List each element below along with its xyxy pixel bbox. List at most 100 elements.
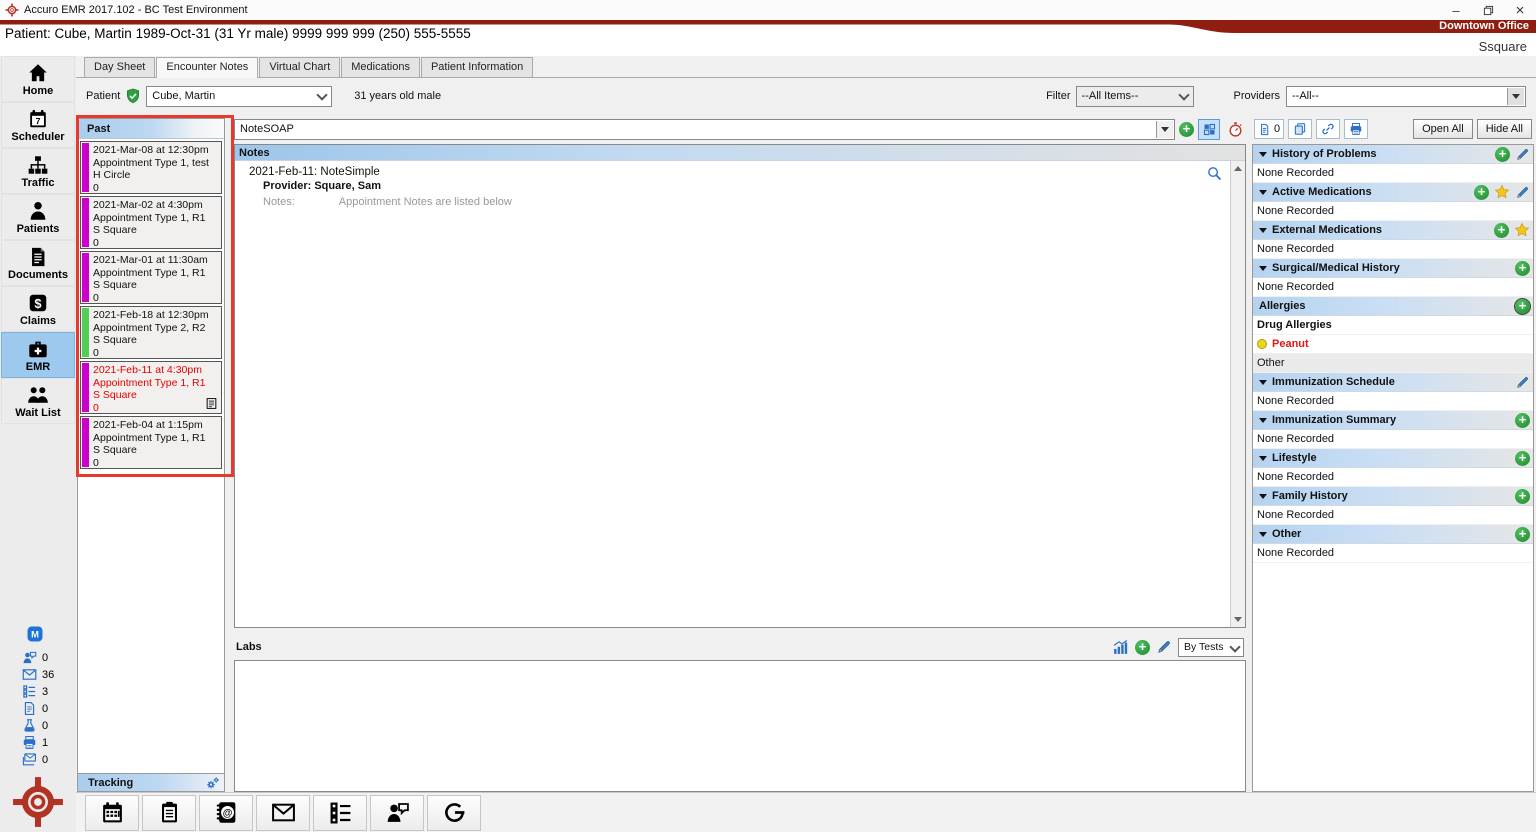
medical-summary-sections: History of Problems+None RecordedActive … <box>1252 144 1534 792</box>
add-icon[interactable]: + <box>1515 261 1530 276</box>
status-tasks[interactable]: 3 <box>22 683 76 700</box>
sidebar-item-documents[interactable]: Documents <box>1 240 75 286</box>
section-header-history-of-problems[interactable]: History of Problems+ <box>1253 145 1533 164</box>
note-type-select[interactable]: NoteSOAP <box>234 119 1175 140</box>
add-note-button[interactable]: + <box>1179 122 1194 137</box>
edit-pencil-icon[interactable] <box>1515 185 1530 200</box>
sidebar-item-patients[interactable]: Patients <box>1 194 75 240</box>
close-button[interactable]: × <box>1504 0 1536 20</box>
person-chat-icon <box>22 650 37 665</box>
add-icon[interactable]: + <box>1515 527 1530 542</box>
appointment-card[interactable]: 2021-Mar-01 at 11:30am Appointment Type … <box>80 251 222 304</box>
tab-encounter-notes[interactable]: Encounter Notes <box>156 57 258 78</box>
calendar-toolbar-button[interactable] <box>85 795 139 831</box>
logout-toolbar-button[interactable] <box>427 795 481 831</box>
section-header-lifestyle[interactable]: Lifestyle+ <box>1253 449 1533 468</box>
appointment-card[interactable]: 2021-Mar-08 at 12:30pm Appointment Type … <box>80 141 222 194</box>
restore-button[interactable] <box>1472 0 1504 20</box>
tab-patient-information[interactable]: Patient Information <box>421 57 533 77</box>
status-mail[interactable]: 0 <box>22 751 76 768</box>
summary-report-button[interactable]: 0 <box>1254 119 1284 139</box>
timer-stopwatch-button[interactable] <box>1224 119 1246 140</box>
add-icon[interactable]: + <box>1495 147 1510 162</box>
appointment-color-bar <box>82 198 89 247</box>
open-all-button[interactable]: Open All <box>1413 119 1473 139</box>
appointment-datetime: 2021-Feb-04 at 1:15pm <box>93 419 219 432</box>
filter-select[interactable]: --All Items-- <box>1076 86 1194 107</box>
minimize-button[interactable]: – <box>1440 0 1472 20</box>
chevron-down-icon <box>1259 190 1267 195</box>
chevron-down-icon <box>1259 494 1267 499</box>
sidebar-item-emr[interactable]: EMR <box>1 332 75 378</box>
section-header-other[interactable]: Other+ <box>1253 525 1533 544</box>
add-icon[interactable]: + <box>1515 299 1530 314</box>
envelope-toolbar-button[interactable] <box>256 795 310 831</box>
patient-select[interactable]: Cube, Martin <box>146 86 332 107</box>
tab-virtual-chart[interactable]: Virtual Chart <box>259 57 340 77</box>
providers-select[interactable]: --All-- <box>1286 86 1526 107</box>
appointment-note-icon[interactable] <box>205 397 218 410</box>
favorites-star-icon[interactable] <box>1514 222 1530 238</box>
section-header-immunization-summary[interactable]: Immunization Summary+ <box>1253 411 1533 430</box>
sidebar-item-wait-list[interactable]: Wait List <box>1 378 75 424</box>
tracking-settings-gear-icon[interactable] <box>205 775 221 791</box>
status-person-chat[interactable]: 0 <box>22 649 76 666</box>
note-entry-title[interactable]: 2021-Feb-11: NoteSimple <box>249 166 1225 178</box>
hide-all-button[interactable]: Hide All <box>1477 119 1532 139</box>
notes-panel-header: Notes <box>235 145 1245 161</box>
section-header-external-medications[interactable]: External Medications+ <box>1253 221 1533 240</box>
appointment-card[interactable]: 2021-Feb-04 at 1:15pm Appointment Type 1… <box>80 416 222 469</box>
appointment-count: 0 <box>93 182 219 195</box>
appointment-card[interactable]: 2021-Feb-11 at 4:30pm Appointment Type 1… <box>80 361 222 414</box>
labs-view-select[interactable]: By Tests <box>1178 638 1244 657</box>
add-icon[interactable]: + <box>1474 185 1489 200</box>
section-header-allergies[interactable]: Allergies+ <box>1253 297 1533 316</box>
add-lab-button[interactable]: + <box>1135 640 1150 655</box>
tracking-bar[interactable]: Tracking <box>78 773 224 791</box>
checklist-toolbar-button[interactable] <box>313 795 367 831</box>
edit-labs-pencil-icon[interactable] <box>1156 639 1172 655</box>
add-icon[interactable]: + <box>1515 451 1530 466</box>
add-icon[interactable]: + <box>1494 223 1509 238</box>
appointment-card[interactable]: 2021-Feb-18 at 12:30pm Appointment Type … <box>80 306 222 359</box>
print-summary-button[interactable] <box>1344 119 1368 139</box>
labs-results-area[interactable] <box>234 660 1246 792</box>
person-chat-toolbar-button[interactable] <box>370 795 424 831</box>
section-header-family-history[interactable]: Family History+ <box>1253 487 1533 506</box>
sidebar-item-traffic[interactable]: Traffic <box>1 148 75 194</box>
appointment-provider: S Square <box>93 224 219 237</box>
tab-day-sheet[interactable]: Day Sheet <box>84 57 155 77</box>
add-icon[interactable]: + <box>1515 413 1530 428</box>
appointment-datetime: 2021-Feb-11 at 4:30pm <box>93 364 219 377</box>
past-panel-header[interactable]: Past <box>78 119 224 139</box>
status-printer[interactable]: 1 <box>22 734 76 751</box>
edit-pencil-icon[interactable] <box>1515 147 1530 162</box>
notes-scrollbar[interactable] <box>1230 161 1245 627</box>
clipboard-toolbar-button[interactable] <box>142 795 196 831</box>
notes-panel: Notes 2021-Feb-11: NoteSimple Provider: … <box>234 144 1246 628</box>
section-header-immunization-schedule[interactable]: Immunization Schedule <box>1253 373 1533 392</box>
tab-medications[interactable]: Medications <box>341 57 420 77</box>
link-button[interactable] <box>1316 119 1340 139</box>
appointment-provider: S Square <box>93 279 219 292</box>
add-icon[interactable]: + <box>1515 489 1530 504</box>
status-medeo[interactable]: M <box>22 625 76 642</box>
patient-header: Downtown Office Patient: Cube, Martin 19… <box>0 20 1536 56</box>
edit-pencil-icon[interactable] <box>1515 375 1530 390</box>
section-header-active-medications[interactable]: Active Medications+ <box>1253 183 1533 202</box>
appointment-card[interactable]: 2021-Mar-02 at 4:30pm Appointment Type 1… <box>80 196 222 249</box>
status-document[interactable]: 0 <box>22 700 76 717</box>
labs-graph-icon[interactable] <box>1112 639 1129 656</box>
appointment-count: 0 <box>93 347 219 360</box>
sidebar-item-claims[interactable]: $Claims <box>1 286 75 332</box>
copy-summary-button[interactable] <box>1288 119 1312 139</box>
status-envelope[interactable]: 36 <box>22 666 76 683</box>
search-notes-magnifier-icon[interactable] <box>1206 165 1223 182</box>
section-header-surgical-medical-history[interactable]: Surgical/Medical History+ <box>1253 259 1533 278</box>
addressbook-toolbar-button[interactable]: @ <box>199 795 253 831</box>
status-flask[interactable]: 0 <box>22 717 76 734</box>
favorites-star-icon[interactable] <box>1494 184 1510 200</box>
sidebar-item-scheduler[interactable]: 7Scheduler <box>1 102 75 148</box>
note-layout-grid-button[interactable] <box>1198 119 1220 140</box>
sidebar-item-home[interactable]: Home <box>1 56 75 102</box>
